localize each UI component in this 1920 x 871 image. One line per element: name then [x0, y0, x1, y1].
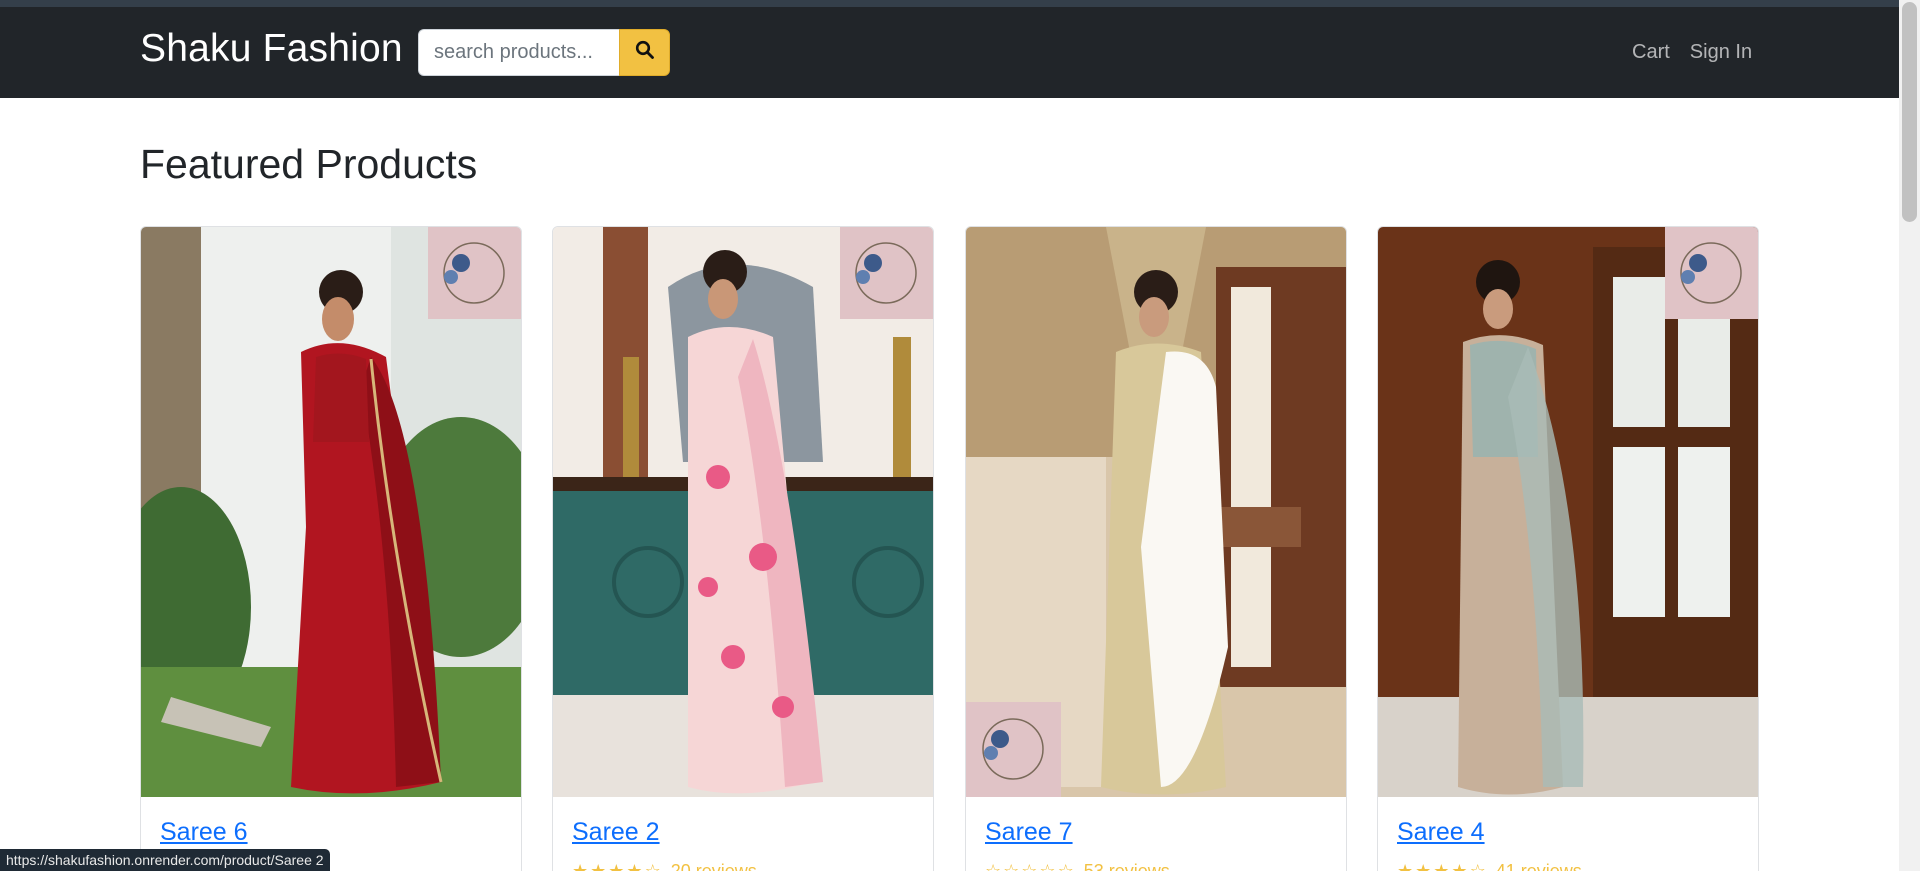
star-icon: ★ — [1451, 861, 1468, 871]
scrollbar-thumb[interactable] — [1902, 2, 1917, 222]
product-image[interactable] — [553, 227, 933, 797]
status-bar-url: https://shakufashion.onrender.com/produc… — [0, 849, 330, 871]
star-icon: ★ — [626, 861, 643, 871]
star-half-icon: ☆ — [644, 861, 661, 871]
review-count: 53 reviews — [1083, 861, 1170, 871]
product-image[interactable] — [966, 227, 1346, 797]
star-empty-icon: ☆ — [1057, 861, 1074, 871]
product-title[interactable]: Saree 7 — [985, 818, 1073, 847]
search-form — [418, 29, 670, 76]
product-image[interactable] — [1378, 227, 1758, 797]
search-icon — [635, 40, 655, 65]
search-button[interactable] — [619, 29, 670, 76]
star-icon: ★ — [590, 861, 607, 871]
product-card: Saree 7 ☆ ☆ ☆ ☆ ☆ 53 reviews — [965, 226, 1347, 871]
review-count: 41 reviews — [1495, 861, 1582, 871]
product-rating: ★ ★ ★ ★ ☆ 20 reviews — [572, 861, 757, 871]
star-icon: ★ — [608, 861, 625, 871]
browser-top-strip — [0, 0, 1920, 7]
star-empty-icon: ☆ — [985, 861, 1002, 871]
nav-links: Cart Sign In — [1632, 41, 1752, 64]
star-empty-icon: ☆ — [1021, 861, 1038, 871]
product-card: Saree 4 ★ ★ ★ ★ ☆ 41 reviews — [1377, 226, 1759, 871]
product-card: Saree 6 ★ ★ ★ ★ ☆ — [140, 226, 522, 871]
product-image[interactable] — [141, 227, 521, 797]
brand-logo[interactable]: Shaku Fashion — [140, 27, 403, 71]
star-icon: ★ — [572, 861, 589, 871]
star-icon: ★ — [1415, 861, 1432, 871]
star-icon: ★ — [1397, 861, 1414, 871]
product-card: Saree 2 ★ ★ ★ ★ ☆ 20 reviews — [552, 226, 934, 871]
product-title[interactable]: Saree 4 — [1397, 818, 1485, 847]
review-count: 20 reviews — [670, 861, 757, 871]
page-title: Featured Products — [140, 141, 478, 187]
product-rating: ★ ★ ★ ★ ☆ 41 reviews — [1397, 861, 1582, 871]
cart-link[interactable]: Cart — [1632, 41, 1670, 64]
page-scrollbar[interactable] — [1899, 0, 1920, 871]
product-rating: ☆ ☆ ☆ ☆ ☆ 53 reviews — [985, 861, 1170, 871]
product-title[interactable]: Saree 6 — [160, 818, 248, 847]
star-empty-icon: ☆ — [1039, 861, 1056, 871]
star-empty-icon: ☆ — [1469, 861, 1486, 871]
sign-in-link[interactable]: Sign In — [1690, 41, 1752, 64]
search-input[interactable] — [418, 29, 619, 76]
star-empty-icon: ☆ — [1003, 861, 1020, 871]
product-title[interactable]: Saree 2 — [572, 818, 660, 847]
navbar: Shaku Fashion Cart Sign In — [0, 7, 1899, 98]
star-icon: ★ — [1433, 861, 1450, 871]
